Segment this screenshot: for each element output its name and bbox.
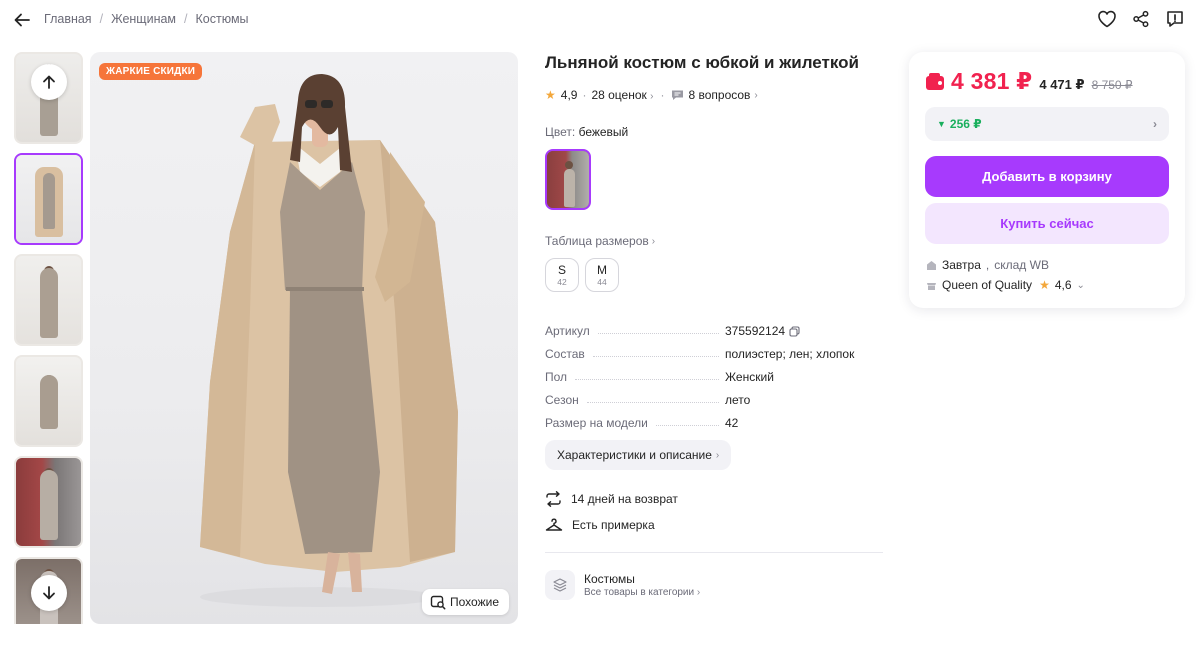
rating-value: 4,9 (560, 88, 578, 102)
questions-link[interactable]: 8 вопросов › (671, 88, 758, 102)
seller-name: Queen of Quality (942, 278, 1033, 292)
price-row: 4 381 ₽ 4 471 ₽ 8 750 ₽ (926, 68, 1133, 95)
price-alternative: 4 471 ₽ (1039, 77, 1085, 92)
similar-label: Похожие (450, 595, 499, 609)
top-bar: Главная / Женщинам / Костюмы (0, 0, 1200, 40)
product-main-image[interactable]: ЖАРКИЕ СКИДКИ Похожие (90, 52, 518, 624)
thumbnail-5[interactable] (14, 456, 83, 548)
triangle-down-icon: ▼ (937, 119, 946, 129)
breadcrumb-home[interactable]: Главная (44, 12, 92, 26)
warehouse-icon (927, 260, 936, 270)
spec-row: Сезон лето (545, 393, 751, 407)
product-info: Льняной костюм с юбкой и жилеткой ★ 4,9 … (545, 52, 885, 600)
discount-amount: 256 ₽ (949, 117, 982, 131)
color-label: Цвет: (545, 125, 576, 139)
discount-row[interactable]: ▼ 256 ₽ › (925, 107, 1169, 141)
chevron-right-icon: › (1153, 117, 1157, 131)
spec-row: Состав полиэстер; лен; хлопок (545, 347, 855, 361)
chevron-down-icon: ⌄ (1076, 279, 1085, 291)
thumbnails-down-button[interactable] (31, 575, 67, 611)
fitting-perk: Есть примерка (545, 512, 885, 538)
thumbnail-3[interactable] (14, 254, 83, 346)
category-link[interactable]: Костюмы Все товары в категории › (545, 570, 885, 600)
hanger-icon (545, 518, 563, 531)
chevron-right-icon: › (651, 235, 656, 247)
image-search-icon (430, 595, 446, 610)
thumbnail-list (14, 52, 84, 624)
size-option-m[interactable]: M 44 (585, 258, 619, 292)
thumbnails-up-button[interactable] (31, 64, 67, 100)
size-table-link[interactable]: Таблица размеров › (545, 234, 885, 248)
top-actions (1096, 8, 1186, 30)
breadcrumb-separator: / (184, 12, 188, 26)
spec-row: Размер на модели 42 (545, 416, 739, 430)
seller-info[interactable]: Queen of Quality ★ 4,6 ⌄ (926, 278, 1085, 292)
spec-list: Артикул 375592124 Состав полиэстер; лен; … (545, 315, 885, 430)
chat-bubble-icon (672, 90, 684, 100)
size-selector: S 42 M 44 (545, 258, 885, 292)
chevron-right-icon: › (715, 449, 720, 461)
color-row: Цвет: бежевый (545, 125, 885, 139)
delivery-warehouse: склад WB (994, 258, 1049, 272)
layers-icon (545, 570, 575, 600)
article-number: 375592124 (725, 324, 786, 338)
divider (545, 552, 883, 553)
arrow-up-icon (43, 75, 55, 89)
add-to-cart-button[interactable]: Добавить в корзину (925, 156, 1169, 197)
breadcrumb-suits[interactable]: Костюмы (196, 12, 249, 26)
color-value: бежевый (578, 125, 629, 139)
thumbnail-2[interactable] (14, 153, 83, 245)
product-photo (200, 74, 458, 607)
price-old: 8 750 ₽ (1091, 78, 1133, 92)
report-icon[interactable] (1164, 8, 1186, 30)
breadcrumb-women[interactable]: Женщинам (111, 12, 176, 26)
perks: 14 дней на возврат Есть примерка (545, 486, 885, 538)
color-swatch-beige[interactable] (545, 149, 591, 210)
star-icon: ★ (545, 88, 556, 102)
breadcrumb: Главная / Женщинам / Костюмы (44, 12, 249, 26)
delivery-info: Завтра, склад WB (926, 258, 1049, 272)
share-icon[interactable] (1130, 8, 1152, 30)
delivery-day: Завтра (942, 258, 981, 272)
heart-icon[interactable] (1096, 8, 1118, 30)
chevron-right-icon: › (696, 586, 701, 598)
chevron-right-icon: › (754, 89, 758, 101)
category-subtitle: Все товары в категории › (584, 586, 701, 598)
arrow-down-icon (43, 586, 55, 600)
thumbnail-4[interactable] (14, 355, 83, 447)
category-title: Костюмы (584, 571, 635, 586)
spec-row: Пол Женский (545, 370, 774, 384)
hot-sale-badge: ЖАРКИЕ СКИДКИ (99, 63, 203, 80)
wallet-icon (926, 73, 944, 90)
breadcrumb-separator: / (99, 12, 104, 26)
size-option-s[interactable]: S 42 (545, 258, 579, 292)
back-arrow-icon[interactable] (12, 10, 32, 30)
reviews-link[interactable]: 28 оценок › (591, 88, 653, 102)
copy-icon[interactable] (789, 325, 800, 337)
return-perk: 14 дней на возврат (545, 486, 885, 512)
shop-icon (927, 282, 936, 290)
return-arrows-icon (546, 491, 561, 507)
spec-row: Артикул 375592124 (545, 315, 885, 338)
purchase-card: 4 381 ₽ 4 471 ₽ 8 750 ₽ ▼ 256 ₽ › Добави… (909, 52, 1185, 308)
star-icon: ★ (1039, 278, 1050, 292)
similar-button[interactable]: Похожие (422, 589, 509, 615)
product-title: Льняной костюм с юбкой и жилеткой (545, 53, 859, 72)
buy-now-button[interactable]: Купить сейчас (925, 203, 1169, 244)
characteristics-button[interactable]: Характеристики и описание › (545, 440, 732, 470)
chevron-right-icon: › (650, 91, 654, 102)
rating-row: ★ 4,9 · 28 оценок › · 8 вопросов › (545, 88, 758, 102)
seller-rating: 4,6 (1054, 278, 1072, 292)
price-current: 4 381 ₽ (951, 68, 1033, 94)
